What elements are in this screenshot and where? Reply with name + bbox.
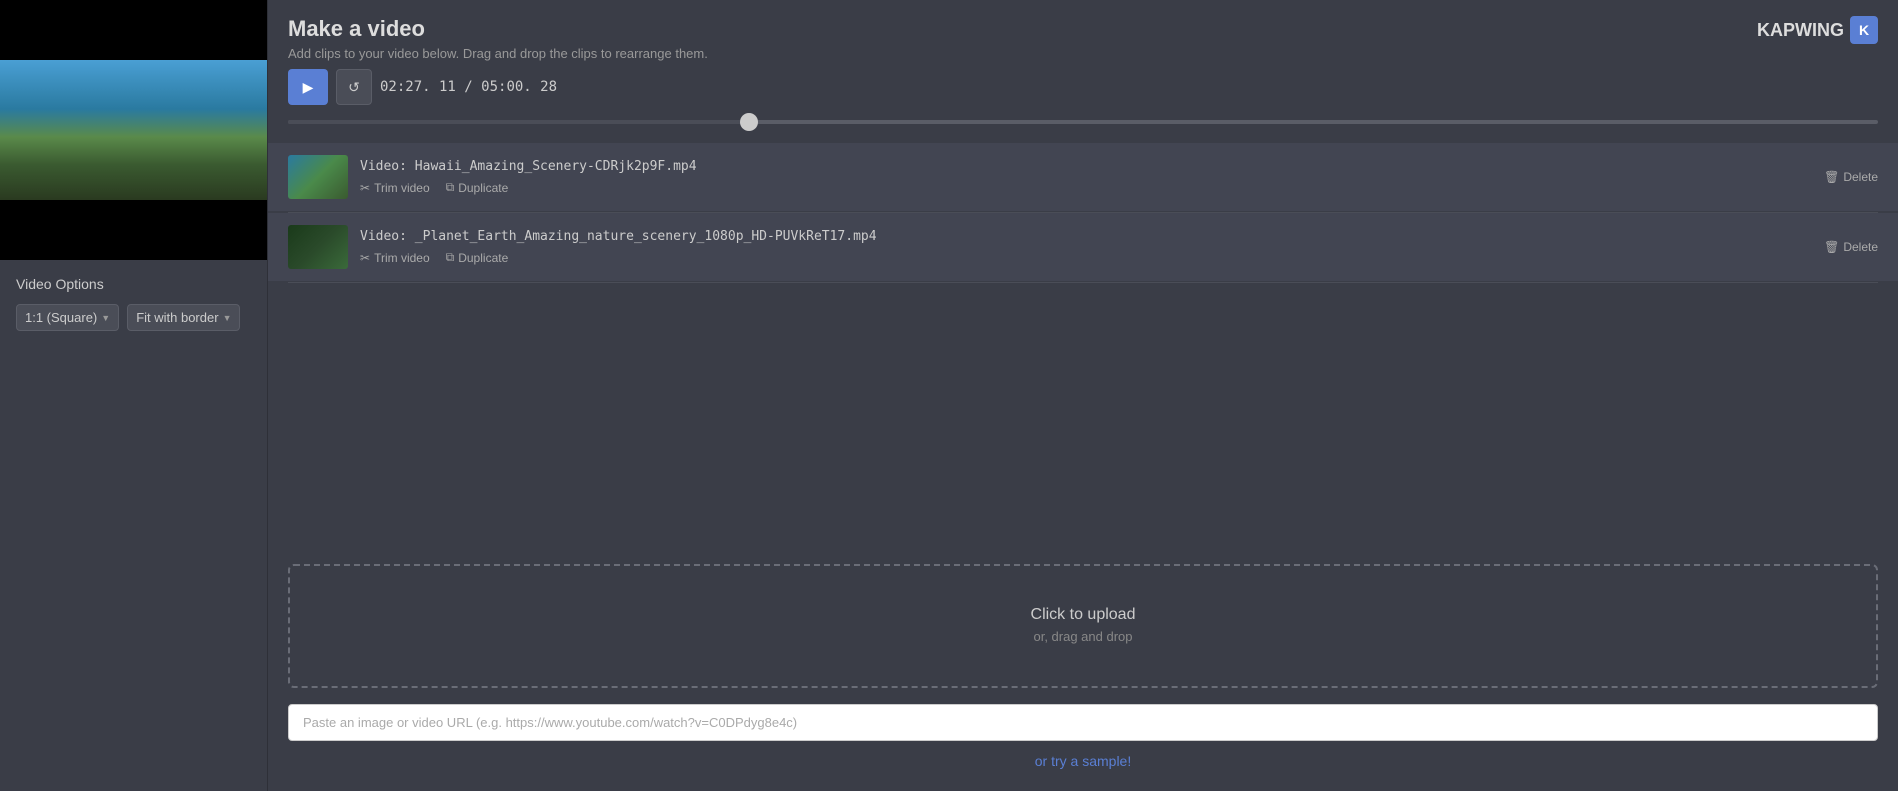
header: Make a video Add clips to your video bel… [268, 0, 1898, 69]
aspect-ratio-label: 1:1 (Square) [25, 310, 97, 325]
trim-icon-1: ✂ [360, 181, 370, 195]
separator-2 [288, 282, 1878, 283]
page-title: Make a video [288, 16, 708, 42]
url-input[interactable] [288, 704, 1878, 741]
clip-actions-1: ✂ Trim video ⧉ Duplicate [360, 180, 1878, 195]
clip-name-2: Video: _Planet_Earth_Amazing_nature_scen… [360, 229, 1878, 244]
upload-section: Click to upload or, drag and drop or try… [268, 544, 1898, 791]
play-button[interactable]: ▶ [288, 69, 328, 105]
trim-video-button-2[interactable]: ✂ Trim video [360, 250, 430, 265]
sample-link[interactable]: or try a sample! [1035, 753, 1131, 769]
aspect-ratio-dropdown[interactable]: 1:1 (Square) [16, 304, 119, 331]
current-time: 02:27. 11 / 05:00. 28 [380, 79, 557, 95]
logo-icon: K [1850, 16, 1878, 44]
player-controls: ▶ ↺ 02:27. 11 / 05:00. 28 [268, 69, 1898, 113]
clip-thumbnail-1 [288, 155, 348, 199]
video-scene [0, 60, 267, 200]
play-icon: ▶ [303, 79, 314, 96]
duplicate-button-2[interactable]: ⧉ Duplicate [446, 250, 509, 265]
trim-icon-2: ✂ [360, 251, 370, 265]
upload-drag-text: or, drag and drop [1033, 629, 1132, 644]
upload-dropzone[interactable]: Click to upload or, drag and drop [288, 564, 1878, 688]
trim-video-button-1[interactable]: ✂ Trim video [360, 180, 430, 195]
clip-info-2: Video: _Planet_Earth_Amazing_nature_scen… [360, 229, 1878, 265]
duplicate-button-1[interactable]: ⧉ Duplicate [446, 180, 509, 195]
delete-button-1[interactable]: 🗑 Delete [1824, 170, 1878, 184]
clip-thumbnail-2 [288, 225, 348, 269]
reset-icon: ↺ [348, 79, 360, 96]
page-subtitle: Add clips to your video below. Drag and … [288, 46, 708, 61]
duplicate-icon-1: ⧉ [446, 180, 455, 195]
progress-track [288, 120, 1878, 124]
clip-actions-2: ✂ Trim video ⧉ Duplicate [360, 250, 1878, 265]
delete-icon-1: 🗑 [1824, 170, 1839, 184]
clip-item-2: Video: _Planet_Earth_Amazing_nature_scen… [268, 213, 1898, 282]
reset-button[interactable]: ↺ [336, 69, 372, 105]
delete-button-2[interactable]: 🗑 Delete [1824, 240, 1878, 254]
main-content: Make a video Add clips to your video bel… [268, 0, 1898, 791]
clip-item: Video: Hawaii_Amazing_Scenery-CDRjk2p9F.… [268, 143, 1898, 212]
delete-icon-2: 🗑 [1824, 240, 1839, 254]
header-left: Make a video Add clips to your video bel… [288, 16, 708, 61]
options-row: 1:1 (Square) Fit with border [16, 304, 251, 331]
video-preview [0, 0, 267, 260]
progress-thumb[interactable] [740, 113, 758, 131]
clip-info-1: Video: Hawaii_Amazing_Scenery-CDRjk2p9F.… [360, 159, 1878, 195]
logo: KAPWING K [1757, 16, 1878, 44]
duplicate-icon-2: ⧉ [446, 250, 455, 265]
video-options-title: Video Options [16, 276, 251, 292]
clip-name-1: Video: Hawaii_Amazing_Scenery-CDRjk2p9F.… [360, 159, 1878, 174]
fit-mode-label: Fit with border [136, 310, 218, 325]
progress-bar-container[interactable] [288, 113, 1878, 131]
clips-list: Video: Hawaii_Amazing_Scenery-CDRjk2p9F.… [268, 143, 1898, 544]
fit-mode-dropdown[interactable]: Fit with border [127, 304, 240, 331]
progress-fill [288, 120, 749, 124]
upload-click-text: Click to upload [330, 606, 1836, 624]
logo-text: KAPWING [1757, 20, 1844, 41]
sidebar: Video Options 1:1 (Square) Fit with bord… [0, 0, 268, 791]
video-options-panel: Video Options 1:1 (Square) Fit with bord… [0, 260, 267, 347]
sample-link-container: or try a sample! [288, 753, 1878, 771]
